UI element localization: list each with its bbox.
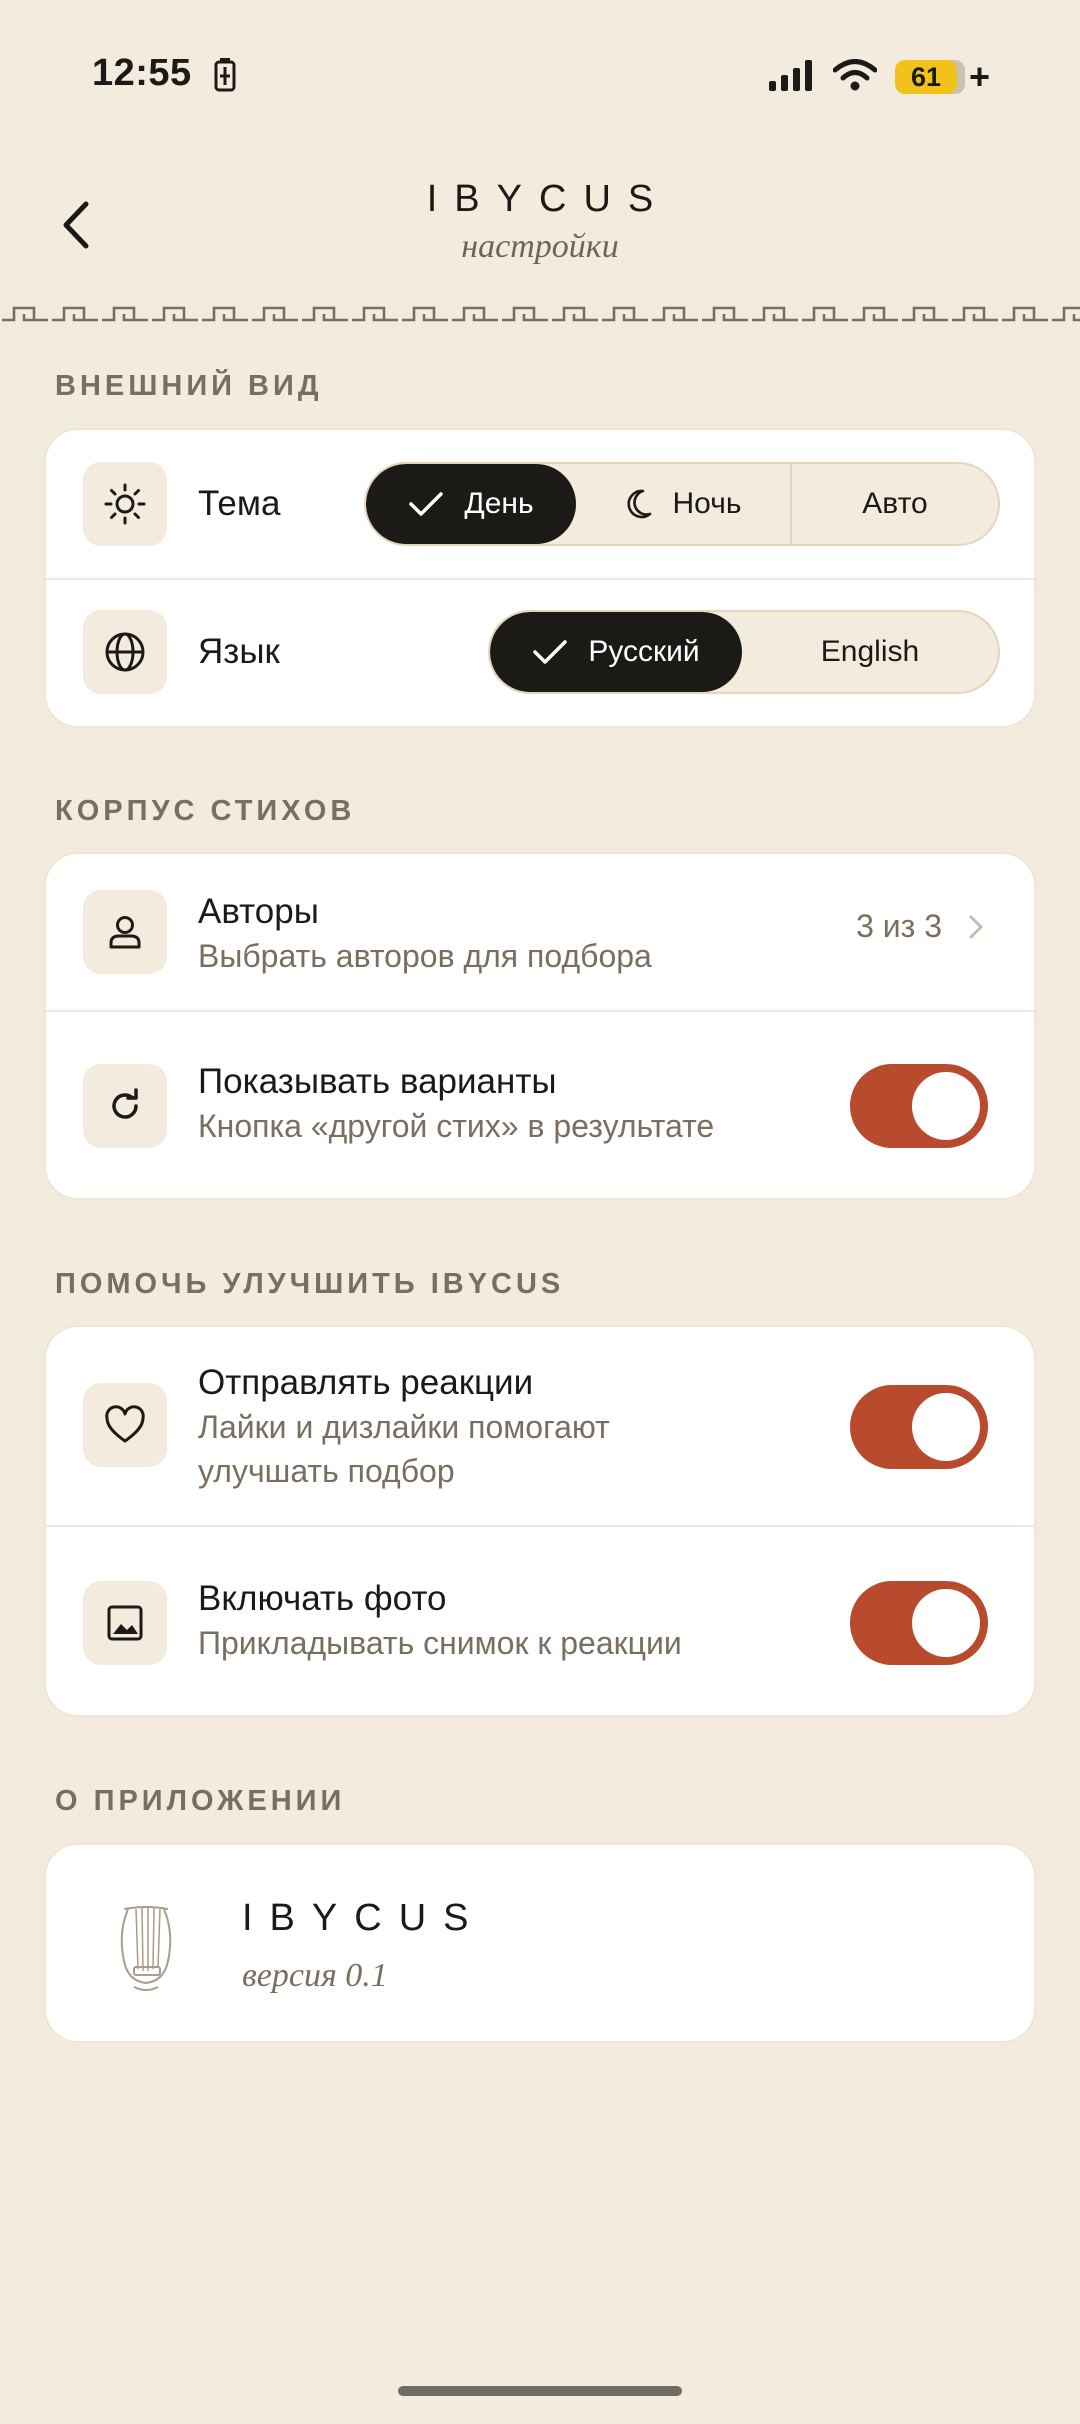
variants-title: Показывать варианты [198, 1062, 557, 1101]
sun-icon [83, 462, 167, 546]
corpus-card: Авторы Выбрать авторов для подбора 3 из … [44, 852, 1036, 1200]
status-time: 12:55 [92, 52, 192, 94]
language-row: Язык Русский English [46, 580, 1034, 726]
battery-plus: + [968, 56, 990, 97]
theme-label: Тема [198, 484, 281, 523]
toggle-knob [912, 1589, 980, 1657]
reactions-title: Отправлять реакции [198, 1363, 534, 1402]
battery-level: 61 [894, 60, 965, 94]
language-segmented-control: Русский English [488, 610, 1000, 694]
wifi-icon [832, 58, 878, 96]
variants-subtitle: Кнопка «другой стих» в результате [198, 1108, 715, 1144]
chevron-right-icon [969, 915, 983, 938]
language-label: Язык [198, 632, 280, 671]
variants-row: Показывать варианты Кнопка «другой стих»… [46, 1012, 1034, 1198]
meander-border [0, 298, 1080, 330]
toggle-knob [912, 1072, 980, 1140]
section-label-about: О ПРИЛОЖЕНИИ [55, 1785, 346, 1817]
refresh-icon [83, 1064, 167, 1148]
language-option-russian-label: Русский [588, 635, 700, 668]
section-label-corpus: КОРПУС СТИХОВ [55, 795, 356, 827]
theme-option-day[interactable]: День [366, 464, 576, 544]
image-icon [83, 1581, 167, 1665]
section-label-appearance: ВНЕШНИЙ ВИД [55, 370, 323, 402]
authors-row[interactable]: Авторы Выбрать авторов для подбора 3 из … [46, 854, 1034, 1010]
photo-subtitle: Прикладывать снимок к реакции [198, 1625, 682, 1661]
about-app-name: IBYCUS [242, 1897, 486, 1939]
toggle-knob [912, 1393, 980, 1461]
about-card: IBYCUS версия 0.1 [44, 1843, 1036, 2043]
photo-toggle[interactable] [850, 1581, 988, 1665]
photo-title: Включать фото [198, 1579, 447, 1618]
home-indicator[interactable] [398, 2386, 682, 2396]
language-option-english[interactable]: English [742, 612, 998, 692]
signal-icon [768, 59, 815, 96]
theme-segmented-control: День Ночь Авто [364, 462, 1000, 546]
about-version: версия 0.1 [242, 1957, 388, 1994]
moon-icon [626, 489, 651, 519]
appearance-card: Тема День Ночь Авто Язык Русский English [44, 428, 1036, 728]
check-icon [533, 640, 568, 664]
theme-option-auto[interactable]: Авто [790, 464, 998, 544]
theme-option-night[interactable]: Ночь [576, 464, 790, 544]
authors-subtitle: Выбрать авторов для подбора [198, 938, 652, 974]
language-option-russian[interactable]: Русский [490, 612, 742, 692]
reactions-subtitle-line1: Лайки и дизлайки помогают [198, 1409, 610, 1445]
authors-count: 3 из 3 [856, 908, 942, 944]
globe-icon [83, 610, 167, 694]
lyre-icon [120, 1906, 172, 1991]
section-label-improve: ПОМОЧЬ УЛУЧШИТЬ IBYCUS [55, 1268, 565, 1300]
theme-option-day-label: День [464, 487, 534, 520]
reactions-subtitle-line2: улучшать подбор [198, 1453, 455, 1489]
reactions-row: Отправлять реакции Лайки и дизлайки помо… [46, 1327, 1034, 1525]
theme-option-night-label: Ночь [672, 487, 742, 520]
person-icon [83, 890, 167, 974]
page-title: IBYCUS [426, 178, 671, 220]
theme-option-auto-label: Авто [862, 487, 928, 520]
theme-row: Тема День Ночь Авто [46, 430, 1034, 578]
authors-meta: 3 из 3 [856, 908, 984, 945]
heart-icon [83, 1383, 167, 1467]
battery-charging-icon [214, 58, 236, 97]
authors-title: Авторы [198, 892, 319, 931]
language-option-english-label: English [820, 635, 920, 668]
status-bar: 12:55 61 + [0, 0, 1080, 150]
improve-card: Отправлять реакции Лайки и дизлайки помо… [44, 1325, 1036, 1717]
status-indicators: 61 + [768, 56, 990, 98]
variants-toggle[interactable] [850, 1064, 988, 1148]
page-subtitle: настройки [461, 228, 619, 265]
reactions-toggle[interactable] [850, 1385, 988, 1469]
check-icon [409, 492, 444, 516]
photo-row: Включать фото Прикладывать снимок к реак… [46, 1527, 1034, 1715]
